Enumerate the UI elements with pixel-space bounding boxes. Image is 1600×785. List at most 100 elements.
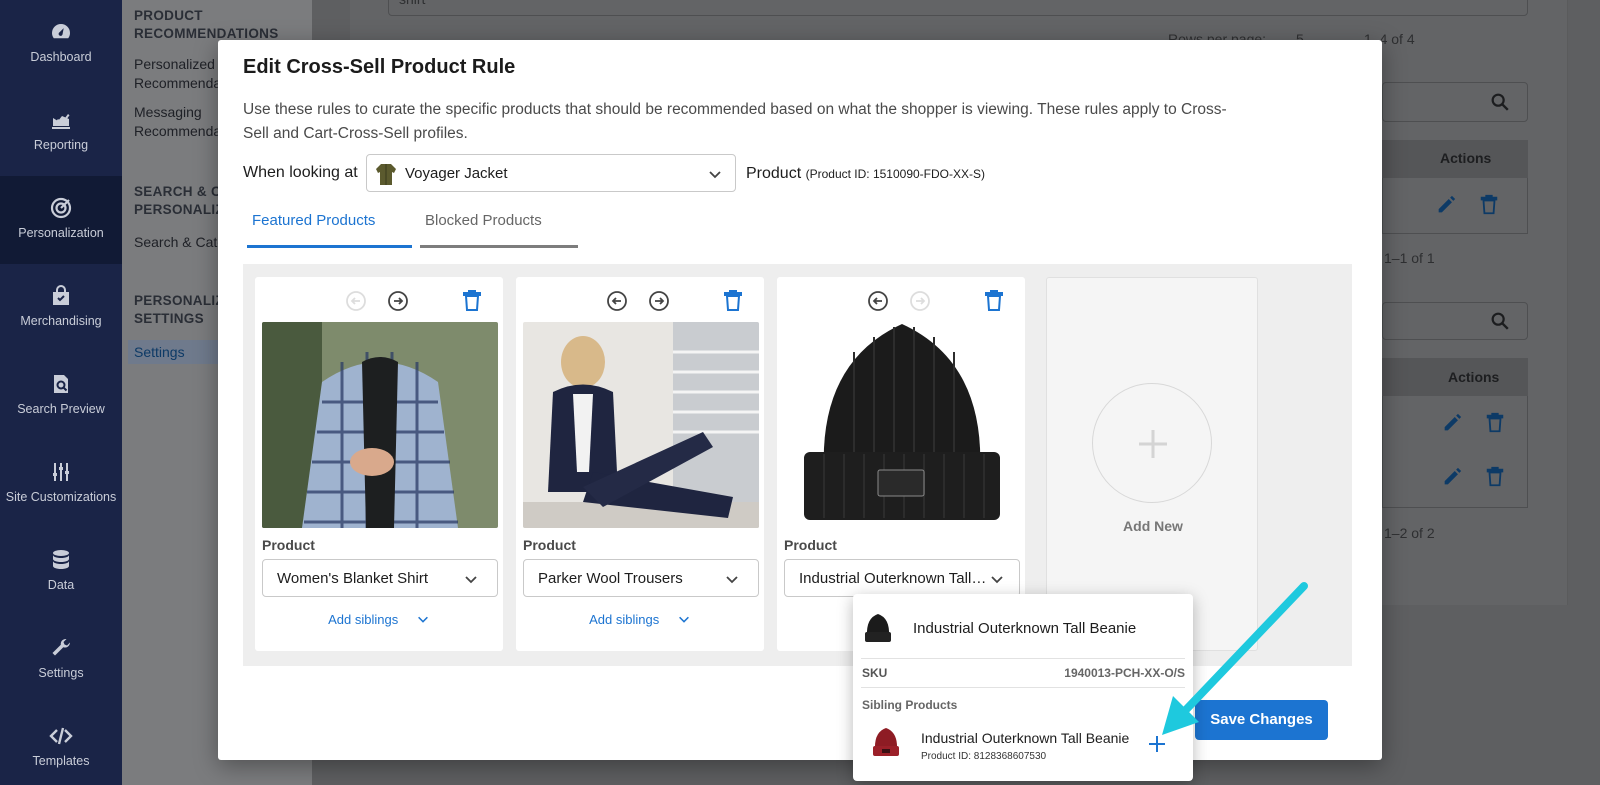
product-select-value: Industrial Outerknown Tall Beanie xyxy=(799,570,989,587)
nav-site-customizations[interactable]: Site Customizations xyxy=(0,440,122,528)
modal-title: Edit Cross-Sell Product Rule xyxy=(243,56,516,78)
nav-label: Personalization xyxy=(18,226,104,240)
nav-merchandising[interactable]: Merchandising xyxy=(0,264,122,352)
chevron-down-icon xyxy=(416,612,430,629)
search-doc-icon xyxy=(48,372,74,396)
nav-settings-link[interactable]: Settings xyxy=(134,343,185,362)
dropdown-option[interactable]: Industrial Outerknown Tall Beanie xyxy=(853,594,1193,658)
trash-icon[interactable] xyxy=(1478,194,1500,216)
product-type-label: Product (Product ID: 1510090-FDO-XX-S) xyxy=(746,165,985,183)
arrow-right-icon[interactable] xyxy=(386,289,410,313)
sibling-product-name: Industrial Outerknown Tall Beanie xyxy=(921,730,1130,746)
chevron-down-icon xyxy=(707,166,723,182)
arrow-right-icon xyxy=(908,289,932,313)
trash-icon[interactable] xyxy=(1484,412,1506,434)
add-siblings-link[interactable]: Add siblings xyxy=(255,612,503,629)
search-icon xyxy=(1489,310,1511,332)
trash-icon[interactable] xyxy=(1484,466,1506,488)
product-select-value: Women's Blanket Shirt xyxy=(277,570,428,587)
add-sibling-plus-icon[interactable] xyxy=(1147,734,1167,754)
main-sidebar: Dashboard Reporting Personalization Merc… xyxy=(0,0,122,785)
sku-label: SKU xyxy=(862,666,888,680)
database-icon xyxy=(48,548,74,572)
arrow-left-icon xyxy=(344,289,368,313)
pagination-text: 1–2 of 2 xyxy=(1384,525,1435,541)
nav-settings[interactable]: Settings xyxy=(0,616,122,704)
trash-icon[interactable] xyxy=(460,289,484,313)
sliders-icon xyxy=(48,460,74,484)
when-looking-at-select[interactable]: Voyager Jacket xyxy=(366,154,736,192)
nav-label: Settings xyxy=(38,666,84,680)
product-label: Product xyxy=(784,537,837,553)
product-select[interactable]: Women's Blanket Shirt xyxy=(262,559,498,597)
sibling-product-id: Product ID: 8128368607530 xyxy=(921,751,1047,762)
nav-label: Templates xyxy=(32,754,90,768)
chart-icon xyxy=(48,108,74,132)
product-card: Product Women's Blanket Shirt Add siblin… xyxy=(255,277,503,651)
selected-product: Voyager Jacket xyxy=(405,165,508,182)
target-icon xyxy=(48,196,74,220)
dashboard-icon xyxy=(48,20,74,44)
save-changes-button[interactable]: Save Changes xyxy=(1195,700,1328,740)
background-search-box[interactable] xyxy=(1382,302,1528,340)
nav-label: Search Preview xyxy=(17,402,105,416)
dropdown-option-name: Industrial Outerknown Tall Beanie xyxy=(913,620,1137,637)
product-image xyxy=(262,322,498,528)
red-beanie-thumbnail xyxy=(871,726,901,763)
add-new-label: Add New xyxy=(1123,518,1183,534)
divider xyxy=(861,658,1185,659)
actions-header: Actions xyxy=(1440,150,1492,166)
table-header: Actions xyxy=(1382,140,1528,178)
actions-header: Actions xyxy=(1448,369,1500,385)
tab-featured-products[interactable]: Featured Products xyxy=(247,212,412,248)
chevron-down-icon xyxy=(724,571,740,587)
edit-icon[interactable] xyxy=(1441,466,1463,488)
nav-templates[interactable]: Templates xyxy=(0,704,122,785)
arrow-right-icon[interactable] xyxy=(647,289,671,313)
product-label: Product xyxy=(262,537,315,553)
product-card: Product Parker Wool Trousers Add sibling… xyxy=(516,277,764,651)
type-text: Product xyxy=(746,165,802,182)
arrow-left-icon[interactable] xyxy=(605,289,629,313)
modal-description: Use these rules to curate the specific p… xyxy=(243,101,1227,142)
code-icon xyxy=(48,724,74,748)
edit-icon[interactable] xyxy=(1435,194,1457,216)
add-siblings-link[interactable]: Add siblings xyxy=(516,612,764,629)
chevron-down-icon xyxy=(463,571,479,587)
sibling-products-header: Sibling Products xyxy=(862,698,958,712)
plus-icon xyxy=(1137,428,1169,465)
product-image xyxy=(523,322,759,528)
field-value: shirt xyxy=(399,0,425,7)
nav-label: Data xyxy=(47,578,75,592)
nav-label: Reporting xyxy=(33,138,89,152)
background-search-box[interactable] xyxy=(1382,82,1528,122)
nav-search-preview[interactable]: Search Preview xyxy=(0,352,122,440)
arrow-left-icon[interactable] xyxy=(866,289,890,313)
nav-reporting[interactable]: Reporting xyxy=(0,88,122,176)
product-select[interactable]: Industrial Outerknown Tall Beanie xyxy=(784,559,1020,597)
nav-data[interactable]: Data xyxy=(0,528,122,616)
trash-icon[interactable] xyxy=(721,289,745,313)
product-select[interactable]: Parker Wool Trousers xyxy=(523,559,759,597)
wrench-icon xyxy=(48,636,74,660)
trash-icon[interactable] xyxy=(982,289,1006,313)
section-heading: PRODUCT RECOMMENDATIONS xyxy=(134,8,279,41)
table-row xyxy=(1382,178,1528,234)
nav-dashboard[interactable]: Dashboard xyxy=(0,0,122,88)
product-image xyxy=(784,322,1020,528)
product-dropdown-menu: Industrial Outerknown Tall Beanie SKU 19… xyxy=(853,594,1193,781)
product-label: Product xyxy=(523,537,576,553)
tab-blocked-products[interactable]: Blocked Products xyxy=(420,212,578,248)
nav-label: Merchandising xyxy=(20,314,102,328)
nav-personalization[interactable]: Personalization xyxy=(0,176,122,264)
sku-value: 1940013-PCH-XX-O/S xyxy=(1064,666,1185,680)
add-new-circle[interactable] xyxy=(1092,383,1212,503)
edit-rule-modal: Edit Cross-Sell Product Rule Use these r… xyxy=(218,40,1382,760)
bag-icon xyxy=(48,284,74,308)
jacket-thumbnail xyxy=(375,162,397,186)
product-select-value: Parker Wool Trousers xyxy=(538,570,683,587)
nav-label: Site Customizations xyxy=(5,490,117,504)
search-icon xyxy=(1489,91,1511,113)
nav-label: Dashboard xyxy=(30,50,92,64)
edit-icon[interactable] xyxy=(1441,412,1463,434)
